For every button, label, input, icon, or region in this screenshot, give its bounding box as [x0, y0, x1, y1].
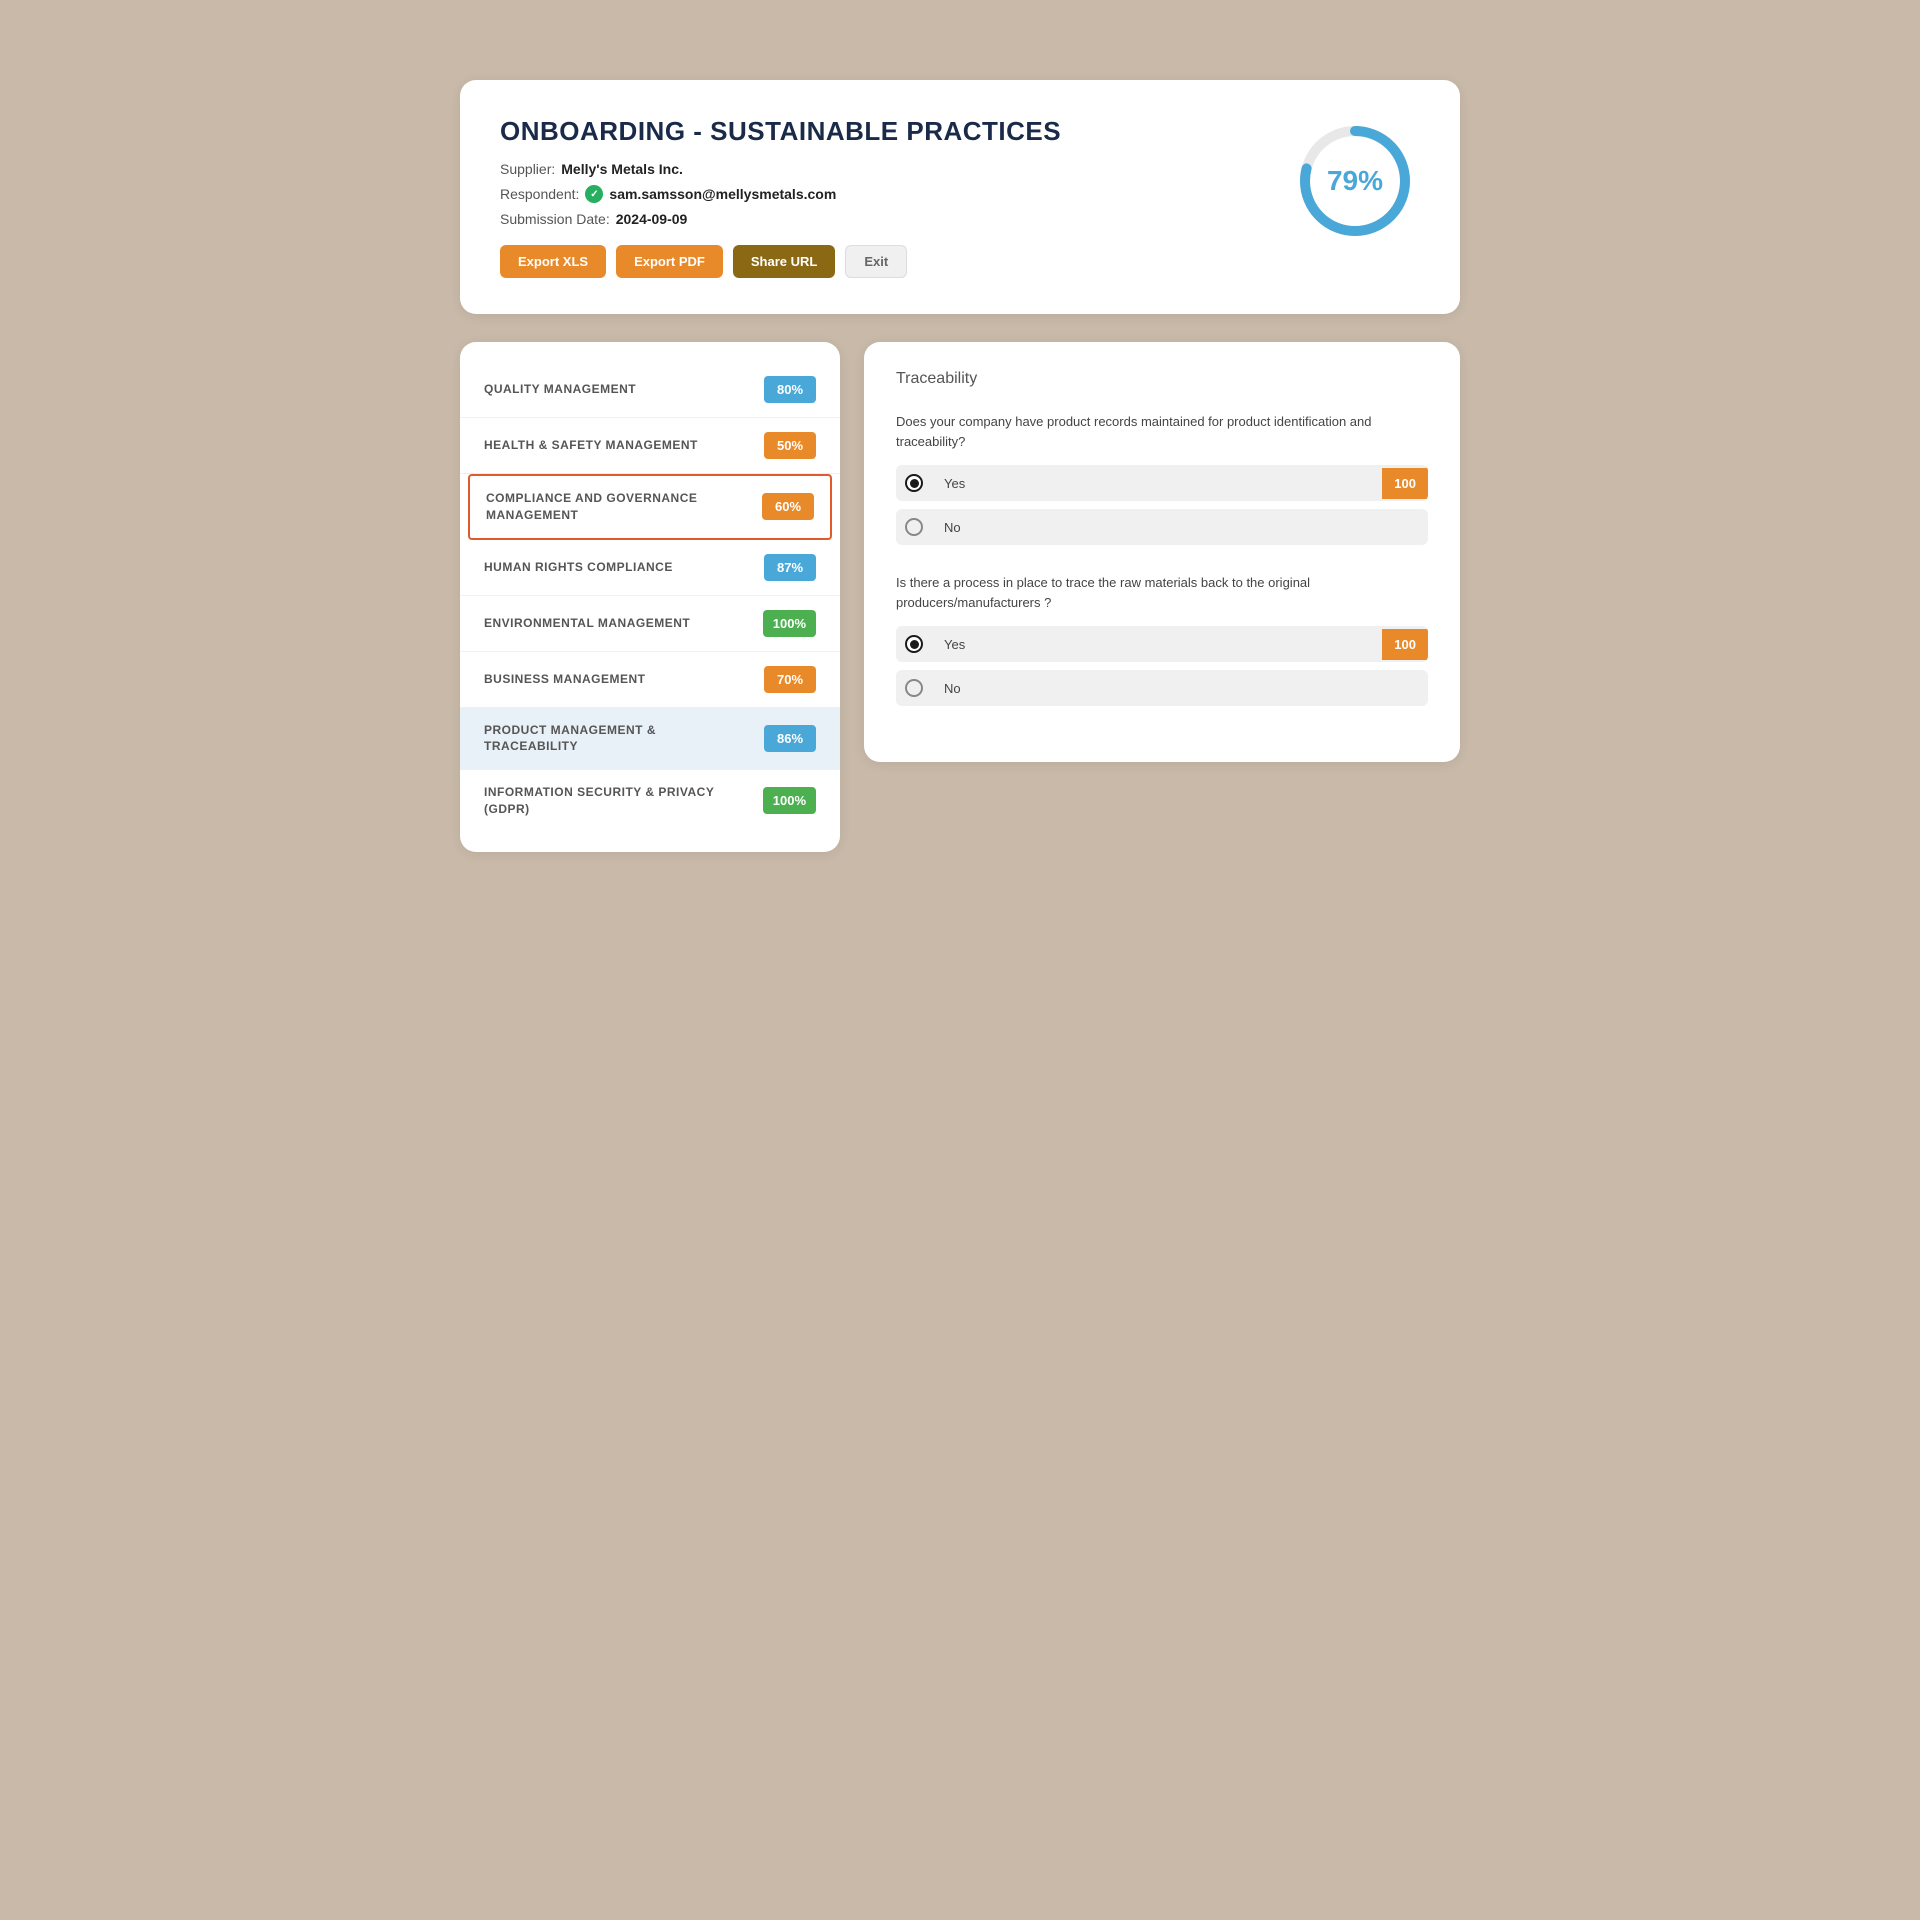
category-name-7: INFORMATION SECURITY & PRIVACY (GDPR)	[484, 784, 751, 818]
supplier-row: Supplier: Melly's Metals Inc.	[500, 161, 1061, 177]
export-pdf-button[interactable]: Export PDF	[616, 245, 723, 278]
category-name-4: ENVIRONMENTAL MANAGEMENT	[484, 615, 751, 632]
progress-percent-text: 79%	[1327, 165, 1383, 197]
score-badge-q1-yes: 100	[1382, 468, 1428, 499]
submission-row: Submission Date: 2024-09-09	[500, 211, 1061, 227]
categories-card: QUALITY MANAGEMENT 80% HEALTH & SAFETY M…	[460, 342, 840, 852]
respondent-row: Respondent: ✓ sam.samsson@mellysmetals.c…	[500, 185, 1061, 203]
category-row-0[interactable]: QUALITY MANAGEMENT 80%	[460, 362, 840, 418]
category-name-0: QUALITY MANAGEMENT	[484, 381, 752, 398]
category-name-3: HUMAN RIGHTS COMPLIANCE	[484, 559, 752, 576]
category-name-2: COMPLIANCE AND GOVERNANCE MANAGEMENT	[486, 490, 750, 524]
category-row-7[interactable]: INFORMATION SECURITY & PRIVACY (GDPR) 10…	[460, 770, 840, 832]
progress-circle: 79%	[1295, 121, 1415, 241]
page-title: ONBOARDING - SUSTAINABLE PRACTICES	[500, 116, 1061, 147]
respondent-label: Respondent:	[500, 186, 579, 202]
answer-row-q2-yes[interactable]: Yes 100	[896, 626, 1428, 662]
category-name-1: HEALTH & SAFETY MANAGEMENT	[484, 437, 752, 454]
radio-indicator-q1-no	[896, 509, 932, 545]
category-name-5: BUSINESS MANAGEMENT	[484, 671, 752, 688]
radio-indicator-q2-yes	[896, 626, 932, 662]
category-row-6[interactable]: PRODUCT MANAGEMENT & TRACEABILITY 86%	[460, 708, 840, 771]
answer-label-q2-yes: Yes	[932, 627, 1382, 662]
answer-label-q1-no: No	[932, 510, 1428, 545]
answer-row-q1-no[interactable]: No	[896, 509, 1428, 545]
answer-row-q1-yes[interactable]: Yes 100	[896, 465, 1428, 501]
category-score-2: 60%	[762, 493, 814, 520]
progress-circle-wrapper: 79%	[1290, 116, 1420, 246]
share-url-button[interactable]: Share URL	[733, 245, 835, 278]
action-buttons: Export XLS Export PDF Share URL Exit	[500, 245, 1061, 278]
bottom-row: QUALITY MANAGEMENT 80% HEALTH & SAFETY M…	[460, 342, 1460, 852]
category-row-2[interactable]: COMPLIANCE AND GOVERNANCE MANAGEMENT 60%	[468, 474, 832, 540]
section-title: Traceability	[896, 370, 1428, 388]
supplier-name: Melly's Metals Inc.	[561, 161, 683, 177]
radio-dot-q2-no	[905, 679, 923, 697]
question-block-1: Does your company have product records m…	[896, 412, 1428, 545]
header-card: ONBOARDING - SUSTAINABLE PRACTICES Suppl…	[460, 80, 1460, 314]
page-wrapper: ONBOARDING - SUSTAINABLE PRACTICES Suppl…	[460, 80, 1460, 852]
category-score-0: 80%	[764, 376, 816, 403]
submission-date: 2024-09-09	[616, 211, 688, 227]
radio-dot-q1-yes	[905, 474, 923, 492]
radio-dot-q1-no	[905, 518, 923, 536]
detail-card: Traceability Does your company have prod…	[864, 342, 1460, 762]
radio-indicator-q1-yes	[896, 465, 932, 501]
category-score-4: 100%	[763, 610, 816, 637]
question-text-1: Does your company have product records m…	[896, 412, 1428, 451]
submission-label: Submission Date:	[500, 211, 610, 227]
answer-label-q2-no: No	[932, 671, 1428, 706]
exit-button[interactable]: Exit	[845, 245, 907, 278]
header-info: ONBOARDING - SUSTAINABLE PRACTICES Suppl…	[500, 116, 1061, 278]
category-score-1: 50%	[764, 432, 816, 459]
category-name-6: PRODUCT MANAGEMENT & TRACEABILITY	[484, 722, 752, 756]
category-row-1[interactable]: HEALTH & SAFETY MANAGEMENT 50%	[460, 418, 840, 474]
export-xls-button[interactable]: Export XLS	[500, 245, 606, 278]
radio-indicator-q2-no	[896, 670, 932, 706]
category-score-3: 87%	[764, 554, 816, 581]
category-row-5[interactable]: BUSINESS MANAGEMENT 70%	[460, 652, 840, 708]
question-block-2: Is there a process in place to trace the…	[896, 573, 1428, 706]
verified-icon: ✓	[585, 185, 603, 203]
category-row-4[interactable]: ENVIRONMENTAL MANAGEMENT 100%	[460, 596, 840, 652]
supplier-label: Supplier:	[500, 161, 555, 177]
answer-row-q2-no[interactable]: No	[896, 670, 1428, 706]
category-score-5: 70%	[764, 666, 816, 693]
question-text-2: Is there a process in place to trace the…	[896, 573, 1428, 612]
respondent-email: sam.samsson@mellysmetals.com	[609, 186, 836, 202]
category-score-7: 100%	[763, 787, 816, 814]
radio-dot-q2-yes	[905, 635, 923, 653]
category-row-3[interactable]: HUMAN RIGHTS COMPLIANCE 87%	[460, 540, 840, 596]
score-badge-q2-yes: 100	[1382, 629, 1428, 660]
category-score-6: 86%	[764, 725, 816, 752]
answer-label-q1-yes: Yes	[932, 466, 1382, 501]
